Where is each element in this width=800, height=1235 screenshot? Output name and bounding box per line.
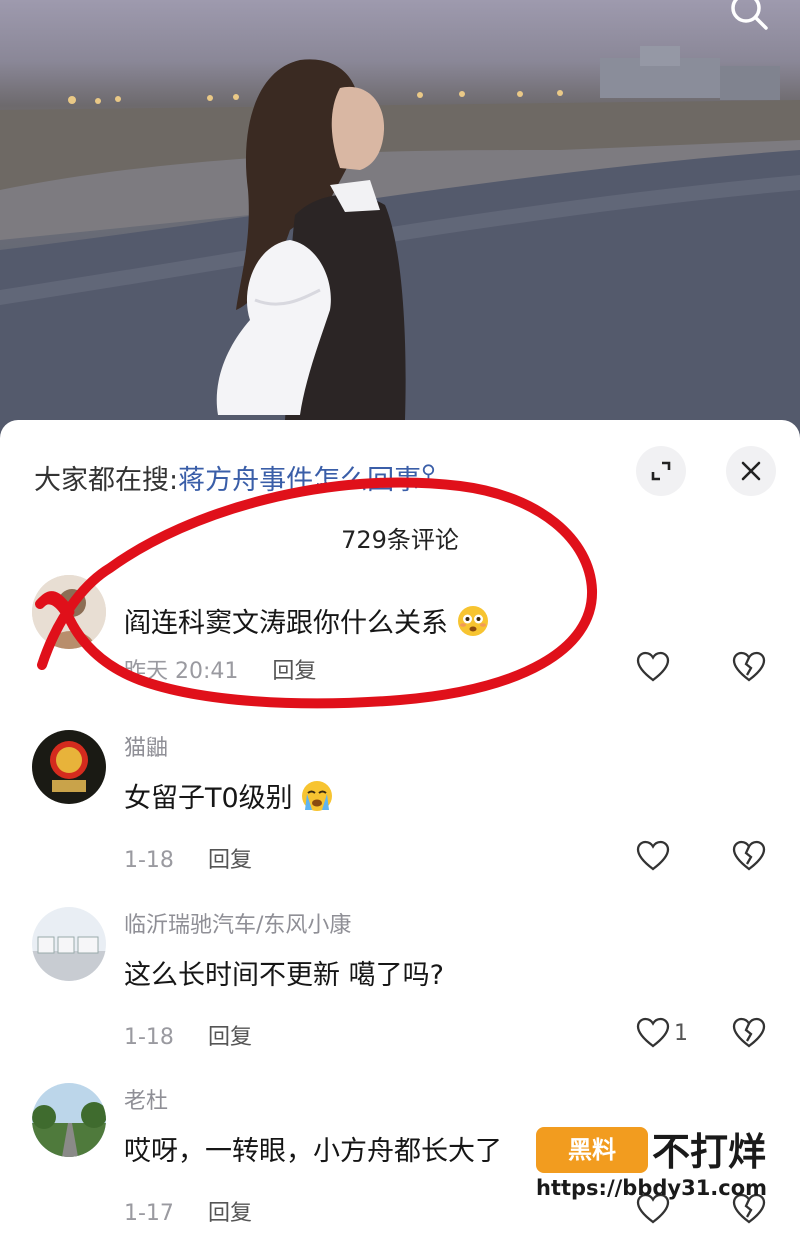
avatar[interactable] bbox=[32, 1083, 106, 1157]
crying-face-emoji bbox=[302, 781, 333, 811]
comment-item: 猫鼬 女留子T0级别 1-18 回复 bbox=[0, 730, 800, 905]
watermark-url: https://bbdy31.com bbox=[536, 1176, 768, 1200]
like-button[interactable]: 1 bbox=[636, 1017, 688, 1049]
comment-text: 女留子T0级别 bbox=[124, 776, 333, 815]
reply-button[interactable]: 回复 bbox=[272, 659, 316, 684]
like-button[interactable] bbox=[636, 651, 674, 683]
comment-time: 1-18 bbox=[124, 848, 174, 873]
comment-meta: 1-18 回复 bbox=[124, 1019, 252, 1051]
comment-text: 这么长时间不更新 噶了吗? bbox=[124, 960, 444, 991]
comment-meta: 1-17 回复 bbox=[124, 1195, 252, 1227]
avatar[interactable] bbox=[32, 575, 106, 649]
comment-text: 阎连科窦文涛跟你什么关系 bbox=[124, 601, 489, 640]
reply-button[interactable]: 回复 bbox=[208, 1201, 252, 1226]
like-button[interactable] bbox=[636, 840, 674, 872]
comment-count: 729条评论 bbox=[341, 526, 459, 554]
avatar[interactable] bbox=[32, 730, 106, 804]
flushed-face-emoji bbox=[457, 606, 488, 636]
comment-meta: 昨天 20:41 回复 bbox=[124, 653, 316, 685]
broken-heart-icon bbox=[732, 1017, 766, 1048]
search-icon bbox=[731, 0, 768, 30]
search-icon: ⚲ bbox=[421, 460, 436, 484]
dislike-button[interactable] bbox=[732, 840, 766, 876]
expand-button[interactable] bbox=[636, 446, 686, 496]
close-button[interactable] bbox=[726, 446, 776, 496]
comment-username[interactable]: 临沂瑞驰汽车/东风小康 bbox=[124, 907, 351, 939]
heart-icon bbox=[636, 651, 670, 682]
comment-time: 昨天 20:41 bbox=[124, 659, 239, 684]
comment-item: 临沂瑞驰汽车/东风小康 这么长时间不更新 噶了吗? 1-18 回复 1 bbox=[0, 907, 800, 1082]
hot-search-bar: 大家都在搜:蒋方舟事件怎么回事⚲ bbox=[34, 452, 436, 501]
comment-sheet: 大家都在搜:蒋方舟事件怎么回事⚲ 729条评论 阎连科窦文涛跟你什么关系 昨天 … bbox=[0, 420, 800, 1235]
broken-heart-icon bbox=[732, 840, 766, 871]
hot-search-prefix: 大家都在搜: bbox=[34, 465, 179, 496]
comment-username[interactable]: 猫鼬 bbox=[124, 730, 168, 762]
watermark-title: 不打烊 bbox=[652, 1130, 767, 1174]
comment-text: 哎呀，一转眼，小方舟都长大了 bbox=[124, 1136, 502, 1167]
heart-icon bbox=[636, 1017, 670, 1048]
heart-icon bbox=[636, 840, 670, 871]
comment-time: 1-18 bbox=[124, 1025, 174, 1050]
reply-button[interactable]: 回复 bbox=[208, 1025, 252, 1050]
comment-item: 阎连科窦文涛跟你什么关系 昨天 20:41 回复 bbox=[0, 575, 800, 750]
search-button[interactable] bbox=[726, 0, 770, 38]
broken-heart-icon bbox=[732, 651, 766, 682]
expand-icon bbox=[651, 461, 671, 481]
dislike-button[interactable] bbox=[732, 651, 766, 687]
comment-meta: 1-18 回复 bbox=[124, 842, 252, 874]
reply-button[interactable]: 回复 bbox=[208, 848, 252, 873]
video-background-photo bbox=[0, 0, 800, 440]
avatar[interactable] bbox=[32, 907, 106, 981]
watermark-logo: 黑料 bbox=[536, 1127, 648, 1173]
comment-time: 1-17 bbox=[124, 1201, 174, 1226]
dislike-button[interactable] bbox=[732, 1017, 766, 1053]
close-icon bbox=[741, 461, 761, 481]
photo-scene bbox=[0, 46, 800, 440]
comment-username[interactable]: 老杜 bbox=[124, 1083, 168, 1115]
like-count: 1 bbox=[674, 1020, 688, 1046]
hot-search-query-link[interactable]: 蒋方舟事件怎么回事 bbox=[178, 465, 421, 496]
